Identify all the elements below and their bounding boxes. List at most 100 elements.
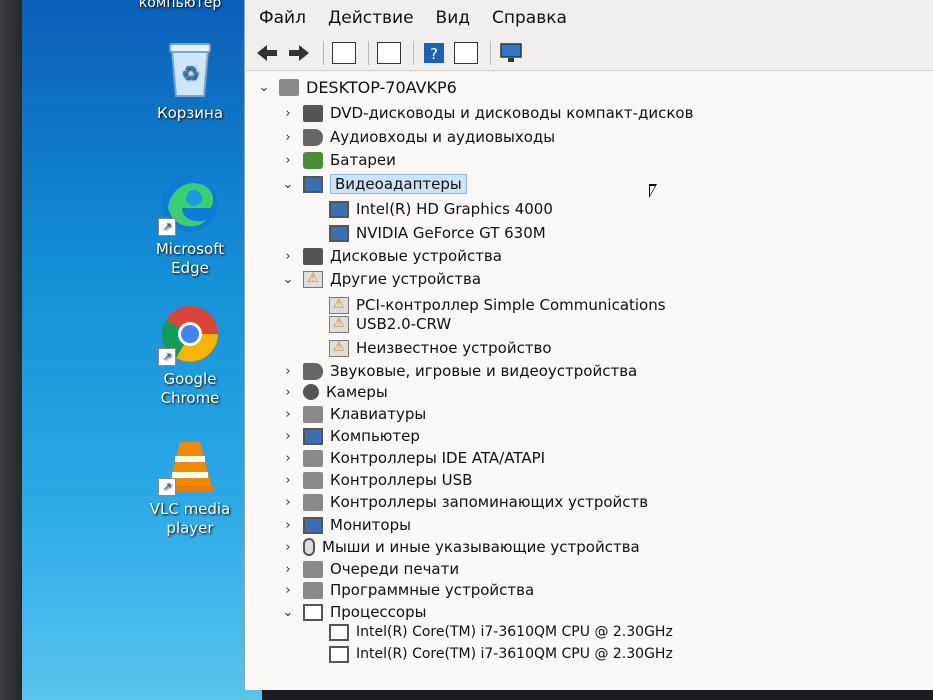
chevron-down-icon[interactable]: ⌄ (281, 272, 295, 287)
tree-item-audio-io[interactable]: › Аудиовходы и аудиовыходы (281, 126, 555, 148)
tree-item-disk-drives[interactable]: › Дисковые устройства (281, 245, 502, 267)
chevron-right-icon[interactable]: › (281, 364, 295, 379)
chevron-right-icon[interactable]: › (281, 385, 295, 400)
tree-item-label: DVD-дисководы и дисководы компакт-дисков (330, 104, 694, 122)
tree-item-print-queues[interactable]: › Очереди печати (281, 558, 459, 580)
tree-item-label: Программные устройства (330, 581, 535, 599)
tree-item-label: Видеоадаптеры (330, 174, 467, 194)
computer-icon (279, 78, 299, 96)
tree-item-label: Звуковые, игровые и видеоустройства (330, 362, 638, 380)
storage-controller-icon (303, 493, 323, 511)
disk-drive-icon (303, 247, 323, 265)
tree-child-cpu[interactable]: Intel(R) Core(TM) i7-3610QM CPU @ 2.30GH… (329, 621, 673, 643)
tree-item-label: Другие устройства (330, 270, 482, 288)
properties-button[interactable] (330, 40, 358, 66)
chevron-right-icon[interactable]: › (281, 473, 295, 488)
update-driver-icon (377, 42, 401, 64)
toolbar-separator (323, 41, 324, 65)
tree-item-label: Батареи (330, 151, 396, 169)
forward-button[interactable] (285, 40, 313, 66)
back-button[interactable] (253, 40, 281, 66)
display-adapter-icon (329, 200, 349, 218)
warning-icon (329, 339, 349, 357)
chevron-right-icon[interactable]: › (281, 429, 295, 444)
tree-item-other-devices[interactable]: ⌄ Другие устройства (281, 268, 482, 290)
tree-item-ide[interactable]: › Контроллеры IDE ATA/ATAPI (281, 447, 545, 469)
chevron-right-icon[interactable]: › (281, 407, 295, 422)
view-icon (454, 42, 478, 64)
tree-child-nvidia[interactable]: NVIDIA GeForce GT 630M (329, 222, 546, 244)
menu-view[interactable]: Вид (436, 8, 470, 28)
vlc-icon: ↗ (158, 432, 222, 496)
menu-file[interactable]: Файл (259, 8, 306, 28)
tree-child-cpu[interactable]: Intel(R) Core(TM) i7-3610QM CPU @ 2.30GH… (329, 643, 673, 665)
chevron-right-icon[interactable]: › (281, 451, 295, 466)
tree-item-batteries[interactable]: › Батареи (281, 149, 396, 171)
desktop-icon-edge[interactable]: ↗ Microsoft Edge (140, 172, 240, 278)
toolbar-separator (413, 41, 414, 65)
processor-icon (303, 603, 323, 621)
tree-item-usb[interactable]: › Контроллеры USB (281, 469, 472, 491)
tree-root[interactable]: ⌄ DESKTOP-70AVKP6 (257, 76, 457, 98)
tree-child-usb-crw[interactable]: USB2.0-CRW (329, 313, 451, 335)
desktop-icon-label: Google Chrome (160, 370, 220, 407)
tree-item-monitors[interactable]: › Мониторы (281, 514, 411, 536)
menu-bar: Файл Действие Вид Справка (245, 0, 933, 36)
chevron-right-icon[interactable]: › (281, 130, 295, 145)
battery-icon (303, 151, 323, 169)
shortcut-arrow-icon: ↗ (158, 478, 176, 496)
tree-child-unknown[interactable]: Неизвестное устройство (329, 337, 552, 359)
tree-item-software-devices[interactable]: › Программные устройства (281, 579, 534, 601)
update-driver-button[interactable] (375, 40, 403, 66)
desktop-icon-vlc[interactable]: ↗ VLC media player (140, 432, 240, 538)
menu-help[interactable]: Справка (492, 8, 567, 28)
tree-item-cameras[interactable]: › Камеры (281, 381, 387, 403)
tree-item-mice[interactable]: › Мыши и иные указывающие устройства (281, 536, 640, 558)
help-icon: ? (424, 43, 444, 63)
back-arrow-icon (257, 45, 277, 61)
chevron-right-icon[interactable]: › (281, 540, 295, 555)
chevron-down-icon[interactable]: ⌄ (281, 177, 295, 192)
desktop-icon-recycle-bin[interactable]: ♻ Корзина (140, 36, 240, 123)
tree-child-intel-hd[interactable]: Intel(R) HD Graphics 4000 (329, 198, 553, 220)
help-button[interactable]: ? (420, 40, 448, 66)
chevron-right-icon[interactable]: › (281, 249, 295, 264)
tree-item-display-adapters[interactable]: ⌄ Видеоадаптеры (281, 173, 467, 195)
chevron-right-icon[interactable]: › (281, 495, 295, 510)
chevron-down-icon[interactable]: ⌄ (257, 80, 271, 95)
toolbar-separator (490, 41, 491, 65)
usb-icon (303, 471, 323, 489)
tree-item-storage[interactable]: › Контроллеры запоминающих устройств (281, 491, 648, 513)
desktop-icon-label: Microsoft Edge (155, 240, 225, 277)
software-device-icon (303, 581, 323, 599)
forward-arrow-icon (289, 45, 309, 61)
recycle-bin-icon: ♻ (158, 36, 222, 100)
chevron-right-icon[interactable]: › (281, 153, 295, 168)
chevron-right-icon[interactable]: › (281, 106, 295, 121)
view-button[interactable] (452, 40, 480, 66)
desktop-icon-chrome[interactable]: ↗ Google Chrome (140, 302, 240, 408)
tree-item-dvd[interactable]: › DVD-дисководы и дисководы компакт-диск… (281, 102, 693, 124)
tree-item-processors[interactable]: ⌄ Процессоры (281, 601, 427, 623)
tree-item-sound[interactable]: › Звуковые, игровые и видеоустройства (281, 360, 637, 382)
chevron-right-icon[interactable]: › (281, 518, 295, 533)
chevron-right-icon[interactable]: › (281, 562, 295, 577)
tree-item-label: Intel(R) Core(TM) i7-3610QM CPU @ 2.30GH… (356, 624, 673, 640)
mouse-cursor-icon (649, 184, 657, 198)
desktop-top-label: компьютер (138, 0, 222, 11)
scan-hardware-button[interactable] (497, 40, 525, 66)
shortcut-arrow-icon: ↗ (158, 348, 176, 366)
desktop-icon-label: VLC media player (149, 500, 231, 537)
chevron-down-icon[interactable]: ⌄ (281, 605, 295, 620)
tree-item-keyboards[interactable]: › Клавиатуры (281, 403, 426, 425)
tree-root-label: DESKTOP-70AVKP6 (306, 77, 457, 97)
tree-item-computer[interactable]: › Компьютер (281, 425, 420, 447)
tree-item-label: PCI-контроллер Simple Communications (356, 296, 666, 314)
tree-item-label: Дисковые устройства (330, 247, 502, 265)
chevron-right-icon[interactable]: › (281, 583, 295, 598)
toolbar: ? (245, 36, 933, 71)
tree-item-label: Intel(R) HD Graphics 4000 (356, 200, 553, 218)
camera-icon (303, 384, 319, 400)
menu-action[interactable]: Действие (328, 8, 414, 28)
tree-item-label: USB2.0-CRW (356, 315, 452, 333)
